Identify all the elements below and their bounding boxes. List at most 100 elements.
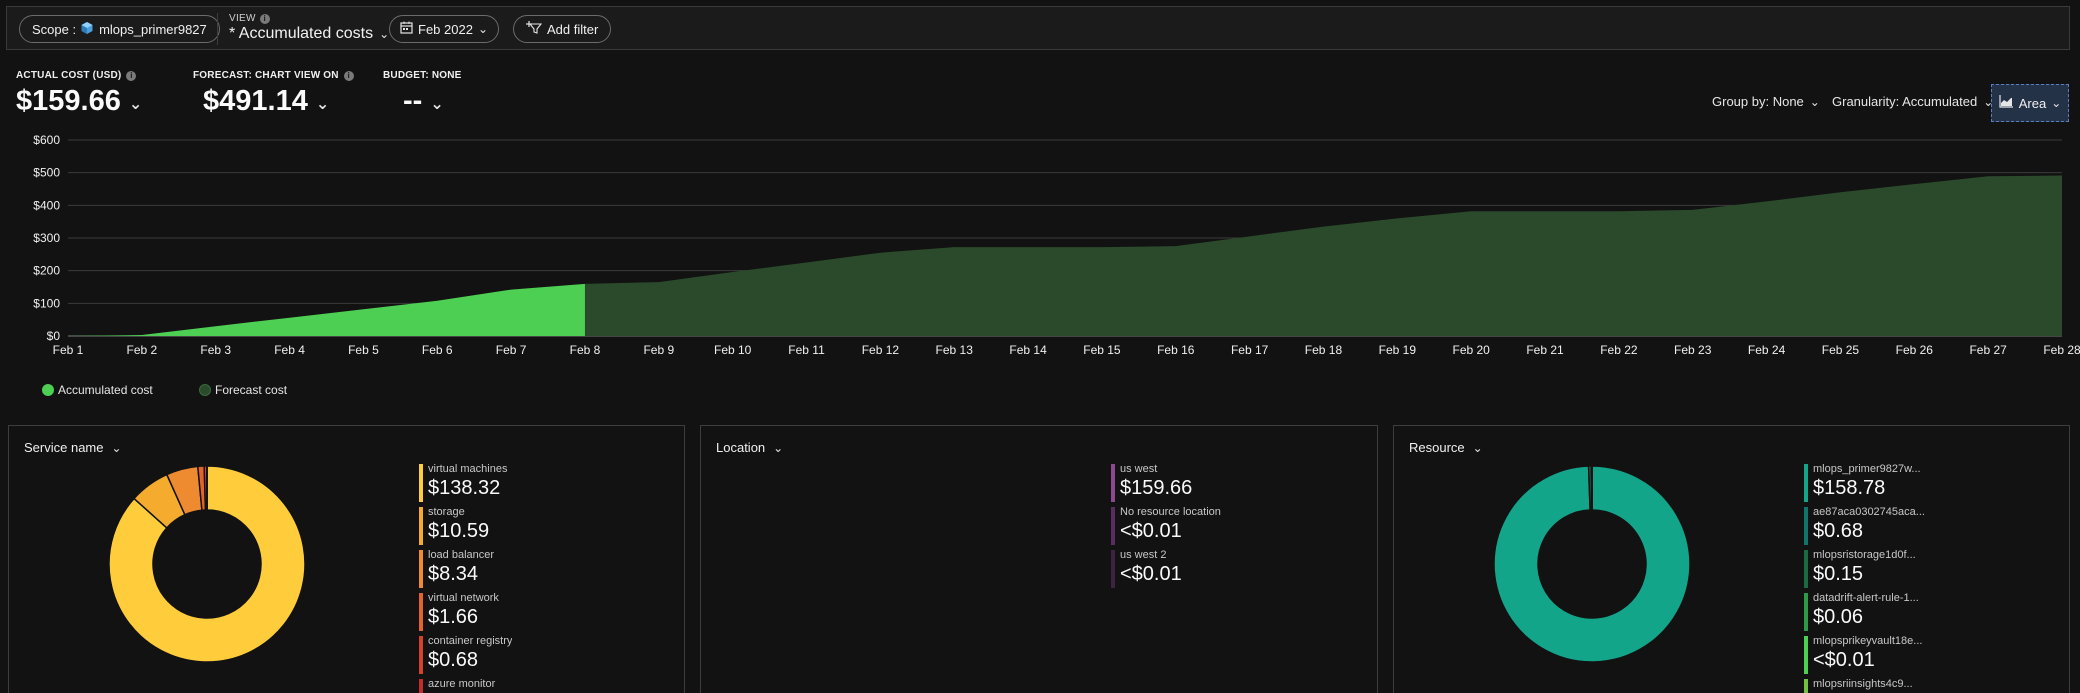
item-value: $0.06 bbox=[1813, 606, 1864, 628]
actual-cost-kpi[interactable]: ACTUAL COST (USD) i $159.66 ⌄ bbox=[16, 70, 142, 118]
item-value: $1.66 bbox=[428, 606, 479, 628]
color-swatch bbox=[1804, 507, 1808, 545]
x-tick-label: Feb 14 bbox=[1009, 343, 1047, 357]
location-donut-chart bbox=[898, 466, 900, 510]
color-swatch bbox=[1804, 593, 1808, 631]
breakdown-item[interactable]: us west $159.66 bbox=[1111, 463, 1221, 506]
budget-caption: BUDGET: NONE bbox=[383, 70, 462, 81]
item-name: virtual machines bbox=[428, 463, 508, 475]
item-name: mlopsriinsights4c9... bbox=[1813, 678, 1913, 690]
item-name: us west 2 bbox=[1120, 549, 1167, 561]
color-swatch bbox=[1111, 464, 1115, 502]
breakdown-item[interactable]: mlopsriinsights4c9... bbox=[1804, 678, 1925, 693]
forecast-value: $491.14 bbox=[203, 85, 308, 117]
info-icon: i bbox=[259, 13, 270, 24]
breakdown-item[interactable]: mlopsprikeyvault18e... <$0.01 bbox=[1804, 635, 1925, 678]
breakdown-item[interactable]: datadrift-alert-rule-1... $0.06 bbox=[1804, 592, 1925, 635]
chevron-down-icon: ⌄ bbox=[379, 27, 390, 41]
x-tick-label: Feb 7 bbox=[496, 343, 527, 357]
chevron-down-icon: ⌄ bbox=[477, 22, 488, 36]
x-tick-label: Feb 17 bbox=[1231, 343, 1269, 357]
budget-kpi[interactable]: BUDGET: NONE -- ⌄ bbox=[383, 70, 462, 118]
item-value: $159.66 bbox=[1120, 477, 1193, 499]
item-name: datadrift-alert-rule-1... bbox=[1813, 592, 1919, 604]
x-tick-label: Feb 26 bbox=[1896, 343, 1934, 357]
x-tick-label: Feb 4 bbox=[274, 343, 305, 357]
item-value: $8.34 bbox=[428, 563, 479, 585]
color-swatch bbox=[419, 636, 423, 674]
item-value: $0.15 bbox=[1813, 563, 1864, 585]
item-name: us west bbox=[1120, 463, 1158, 475]
color-swatch bbox=[419, 464, 423, 502]
location-breakdown-list: us west $159.66 No resource location <$0.01… bbox=[1111, 463, 1221, 592]
item-name: No resource location bbox=[1120, 506, 1221, 518]
location-dropdown[interactable]: Location ⌄ bbox=[716, 440, 783, 455]
date-picker-button[interactable]: Feb 2022 ⌄ bbox=[389, 15, 499, 43]
y-tick-label: $400 bbox=[33, 198, 60, 212]
breakdown-item[interactable]: No resource location <$0.01 bbox=[1111, 506, 1221, 549]
x-tick-label: Feb 24 bbox=[1748, 343, 1786, 357]
toolbar-divider bbox=[217, 13, 218, 45]
area-chart-icon bbox=[1999, 95, 2014, 111]
add-filter-button[interactable]: Add filter bbox=[513, 15, 612, 43]
item-name: load balancer bbox=[428, 549, 495, 561]
x-tick-label: Feb 2 bbox=[127, 343, 158, 357]
breakdown-item[interactable]: virtual machines $138.32 bbox=[419, 463, 512, 506]
legend-forecast[interactable]: Forecast cost bbox=[199, 383, 287, 397]
x-tick-label: Feb 11 bbox=[788, 343, 825, 357]
date-value: Feb 2022 bbox=[418, 21, 473, 37]
view-value: * Accumulated costs bbox=[229, 25, 374, 42]
y-tick-label: $100 bbox=[33, 296, 60, 310]
view-selector[interactable]: VIEW i * Accumulated costs ⌄ bbox=[229, 13, 389, 43]
item-value: $0.68 bbox=[1813, 520, 1864, 542]
scope-button[interactable]: Scope : mlops_primer9827 bbox=[19, 15, 220, 43]
y-tick-label: $600 bbox=[33, 133, 60, 147]
info-icon: i bbox=[343, 70, 354, 81]
resource-panel: Resource ⌄ mlops_primer9827w... $158.78 ae8… bbox=[1393, 425, 2070, 693]
legend-accumulated[interactable]: Accumulated cost bbox=[42, 383, 153, 397]
y-tick-label: $200 bbox=[33, 264, 60, 278]
panel-title: Resource bbox=[1409, 440, 1465, 455]
resource-dropdown[interactable]: Resource ⌄ bbox=[1409, 440, 1483, 455]
legend-label: Accumulated cost bbox=[58, 383, 153, 397]
x-tick-label: Feb 15 bbox=[1083, 343, 1121, 357]
accumulated-cost-area bbox=[68, 283, 585, 336]
breakdown-item[interactable]: us west 2 <$0.01 bbox=[1111, 549, 1221, 592]
forecast-kpi[interactable]: FORECAST: CHART VIEW ON i $491.14 ⌄ bbox=[193, 70, 354, 118]
x-tick-label: Feb 3 bbox=[200, 343, 231, 357]
chart-type-dropdown[interactable]: Area ⌄ bbox=[1991, 84, 2069, 122]
group-by-dropdown[interactable]: Group by: None ⌄ bbox=[1712, 94, 1820, 109]
x-tick-label: Feb 20 bbox=[1453, 343, 1491, 357]
x-tick-label: Feb 8 bbox=[570, 343, 601, 357]
color-swatch bbox=[1111, 507, 1115, 545]
breakdown-item[interactable]: load balancer $8.34 bbox=[419, 549, 512, 592]
chevron-down-icon: ⌄ bbox=[315, 96, 330, 113]
add-filter-icon bbox=[526, 21, 543, 37]
breakdown-item[interactable]: ae87aca0302745aca... $0.68 bbox=[1804, 506, 1925, 549]
breakdown-item[interactable]: mlops_primer9827w... $158.78 bbox=[1804, 463, 1925, 506]
budget-value: -- bbox=[403, 85, 423, 117]
service-name-dropdown[interactable]: Service name ⌄ bbox=[24, 440, 122, 455]
item-name: virtual network bbox=[428, 592, 499, 604]
breakdown-item[interactable]: storage $10.59 bbox=[419, 506, 512, 549]
x-tick-label: Feb 25 bbox=[1822, 343, 1860, 357]
color-swatch bbox=[1804, 464, 1808, 502]
granularity-label: Granularity: Accumulated bbox=[1832, 94, 1978, 109]
scope-value: mlops_primer9827 bbox=[99, 21, 207, 37]
granularity-dropdown[interactable]: Granularity: Accumulated ⌄ bbox=[1832, 94, 1993, 109]
item-name: storage bbox=[428, 506, 465, 518]
y-tick-label: $0 bbox=[47, 329, 61, 343]
accumulated-cost-chart: $0 $100 $200 $300 $400 $500 $600 Feb 1 Feb 2 Feb … bbox=[33, 133, 2080, 357]
forecast-cost-area bbox=[584, 175, 2063, 336]
x-tick-label: Feb 27 bbox=[1969, 343, 2007, 357]
breakdown-item[interactable]: virtual network $1.66 bbox=[419, 592, 512, 635]
add-filter-label: Add filter bbox=[547, 21, 599, 37]
color-swatch bbox=[419, 593, 423, 631]
item-name: ae87aca0302745aca... bbox=[1813, 506, 1925, 518]
breakdown-item[interactable]: container registry $0.68 bbox=[419, 635, 512, 678]
color-swatch bbox=[419, 550, 423, 588]
resource-breakdown-list: mlops_primer9827w... $158.78 ae87aca030274… bbox=[1804, 463, 1925, 693]
x-tick-label: Feb 9 bbox=[643, 343, 674, 357]
breakdown-item[interactable]: mlopsristorage1d0f... $0.15 bbox=[1804, 549, 1925, 592]
breakdown-item[interactable]: azure monitor bbox=[419, 678, 512, 693]
